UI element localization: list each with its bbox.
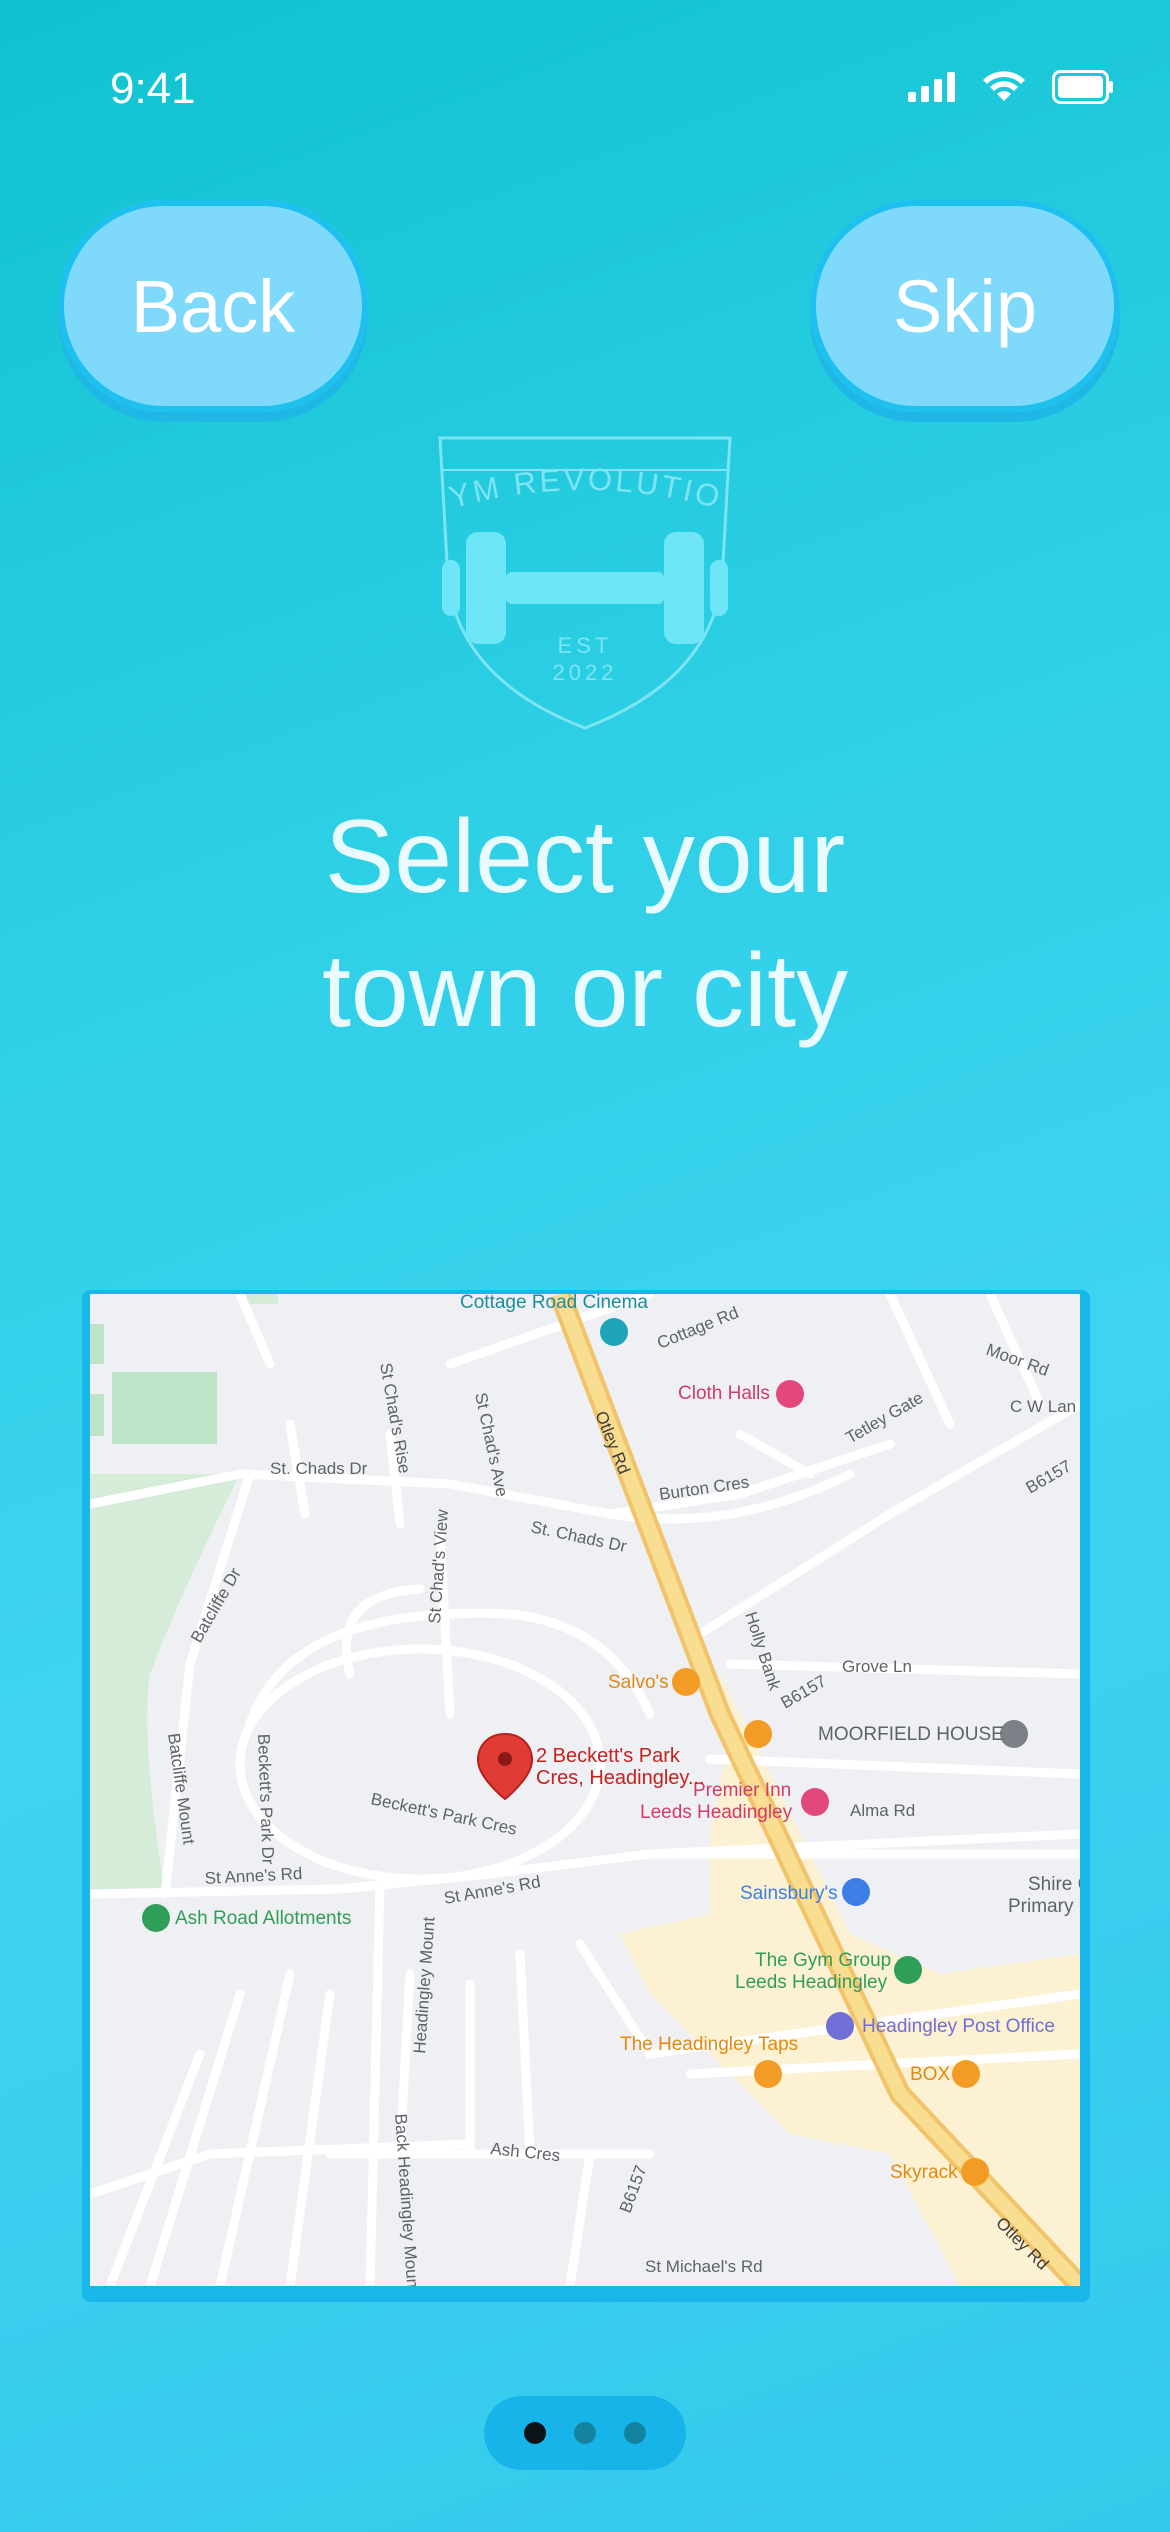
poi-label-premier-inn-1: Premier Inn [693, 1780, 791, 1801]
bar-icon-3 [961, 2158, 989, 2186]
page-title-line-1: Select your [324, 799, 846, 915]
page-dot-2[interactable] [574, 2422, 596, 2444]
logo-year-text: 2022 [553, 660, 618, 685]
hotel-icon-2 [801, 1788, 829, 1816]
poi-label-skyrack: Skyrack [890, 2162, 958, 2183]
map-view[interactable]: St. Chads Dr St. Chads Dr St Chad's Rise… [90, 1294, 1080, 2286]
road-label-st-chads-dr: St. Chads Dr [270, 1459, 368, 1478]
status-time: 9:41 [110, 64, 196, 113]
logo-brand-text: GYM REVOLUTION [430, 430, 723, 516]
road-label-grove-ln: Grove Ln [842, 1657, 912, 1676]
selected-place-line-2: Cres, Headingley... [536, 1767, 705, 1789]
hotel-icon [776, 1380, 804, 1408]
bar-icon-2 [952, 2060, 980, 2088]
allotment-icon [142, 1904, 170, 1932]
page-indicator [484, 2396, 686, 2470]
gym-icon [894, 1956, 922, 1984]
restaurant-icon [672, 1668, 700, 1696]
page-title: Select your town or city [0, 790, 1170, 1058]
skip-button-label: Skip [893, 264, 1037, 348]
post-office-icon [826, 2012, 854, 2040]
poi-label-salvos: Salvo's [608, 1672, 669, 1693]
map-canvas[interactable]: St. Chads Dr St. Chads Dr St Chad's Rise… [90, 1294, 1080, 2286]
page-dot-3[interactable] [624, 2422, 646, 2444]
logo-est-text: EST [558, 633, 613, 658]
road-label-cw-lane: C W Lan [1010, 1397, 1076, 1416]
poi-label-headingley-taps: The Headingley Taps [620, 2034, 798, 2055]
poi-label-moorfield-house: MOORFIELD HOUSE [818, 1724, 1004, 1745]
page-title-line-2: town or city [322, 933, 848, 1049]
poi-label-cottage-road-cinema: Cottage Road Cinema [460, 1294, 648, 1313]
back-button-label: Back [130, 264, 296, 348]
svg-text:GYM REVOLUTION: GYM REVOLUTION [430, 430, 726, 516]
status-bar: 9:41 [0, 0, 1170, 190]
poi-label-shire-1: Shire C [1028, 1874, 1080, 1895]
page-dot-1[interactable] [524, 2422, 546, 2444]
gym-revolution-logo: GYM REVOLUTION EST 2022 [430, 430, 732, 730]
battery-icon [1052, 70, 1113, 104]
sports-field [112, 1372, 217, 1444]
poi-label-box: BOX [910, 2064, 950, 2085]
poi-label-post-office: Headingley Post Office [862, 2016, 1055, 2037]
poi-label-premier-inn-2: Leeds Headingley [640, 1802, 793, 1823]
poi-label-gym-group-1: The Gym Group [755, 1950, 891, 1971]
poi-label-ash-road-allotments: Ash Road Allotments [175, 1908, 351, 1929]
status-icons [908, 70, 1114, 104]
bar-icon [754, 2060, 782, 2088]
skip-button[interactable]: Skip [810, 200, 1120, 412]
poi-label-sainsburys: Sainsbury's [740, 1883, 838, 1904]
wifi-icon [983, 71, 1025, 101]
cinema-icon [600, 1318, 628, 1346]
place-icon [1000, 1720, 1028, 1748]
shopping-icon [842, 1878, 870, 1906]
road-label-st-michaels-rd: St Michael's Rd [645, 2257, 763, 2276]
poi-label-shire-2: Primary [1008, 1896, 1074, 1917]
map-card: St. Chads Dr St. Chads Dr St Chad's Rise… [82, 1290, 1090, 2302]
cellular-signal-icon [908, 72, 955, 102]
selected-place-line-1: 2 Beckett's Park [536, 1745, 681, 1767]
poi-label-cloth-halls: Cloth Halls [678, 1383, 770, 1404]
back-button[interactable]: Back [58, 200, 368, 412]
poi-label-gym-group-2: Leeds Headingley [735, 1972, 888, 1993]
road-label-alma-rd: Alma Rd [850, 1801, 915, 1820]
restaurant-icon-2 [744, 1720, 772, 1748]
